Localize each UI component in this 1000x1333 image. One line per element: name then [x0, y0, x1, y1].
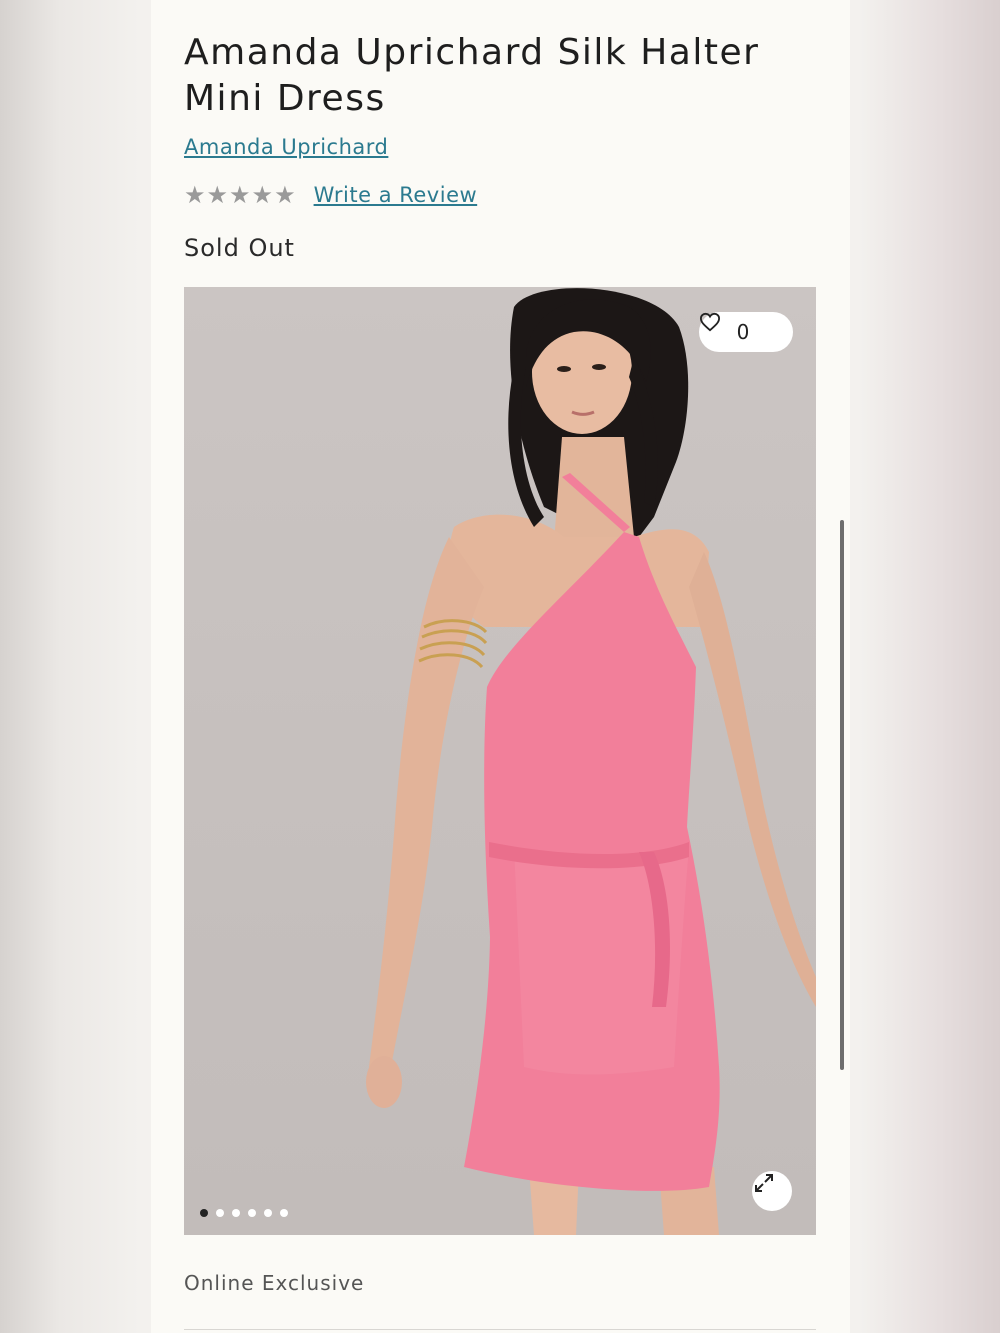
star-icon: ★: [274, 181, 296, 209]
expand-image-button[interactable]: [752, 1171, 792, 1211]
scrollbar[interactable]: [840, 520, 844, 1070]
product-page: Amanda Uprichard Silk Halter Mini Dress …: [151, 0, 850, 1333]
write-review-link[interactable]: Write a Review: [314, 183, 478, 207]
favorite-button[interactable]: 0: [699, 312, 793, 352]
rating-row: ★ ★ ★ ★ ★ Write a Review: [184, 180, 477, 210]
stock-status: Sold Out: [184, 234, 295, 262]
pagination-dot[interactable]: [232, 1209, 240, 1217]
pagination-dot[interactable]: [280, 1209, 288, 1217]
favorites-count: 0: [736, 320, 750, 344]
pagination-dot[interactable]: [248, 1209, 256, 1217]
star-icon: ★: [229, 181, 251, 209]
pagination-dot[interactable]: [264, 1209, 272, 1217]
online-exclusive-label: Online Exclusive: [184, 1271, 365, 1295]
product-title: Amanda Uprichard Silk Halter Mini Dress: [184, 32, 760, 119]
brand-link[interactable]: Amanda Uprichard: [184, 135, 388, 159]
star-icon: ★: [251, 181, 274, 209]
pagination-dot[interactable]: [216, 1209, 224, 1217]
star-icon: ★: [184, 181, 206, 209]
product-photo: [366, 288, 816, 1235]
image-pagination: [200, 1209, 288, 1217]
star-rating: ★ ★ ★ ★ ★: [184, 180, 296, 210]
star-icon: ★: [206, 181, 229, 209]
product-image-gallery[interactable]: 0: [184, 287, 816, 1235]
section-divider: [184, 1329, 816, 1330]
pagination-dot[interactable]: [200, 1209, 208, 1217]
